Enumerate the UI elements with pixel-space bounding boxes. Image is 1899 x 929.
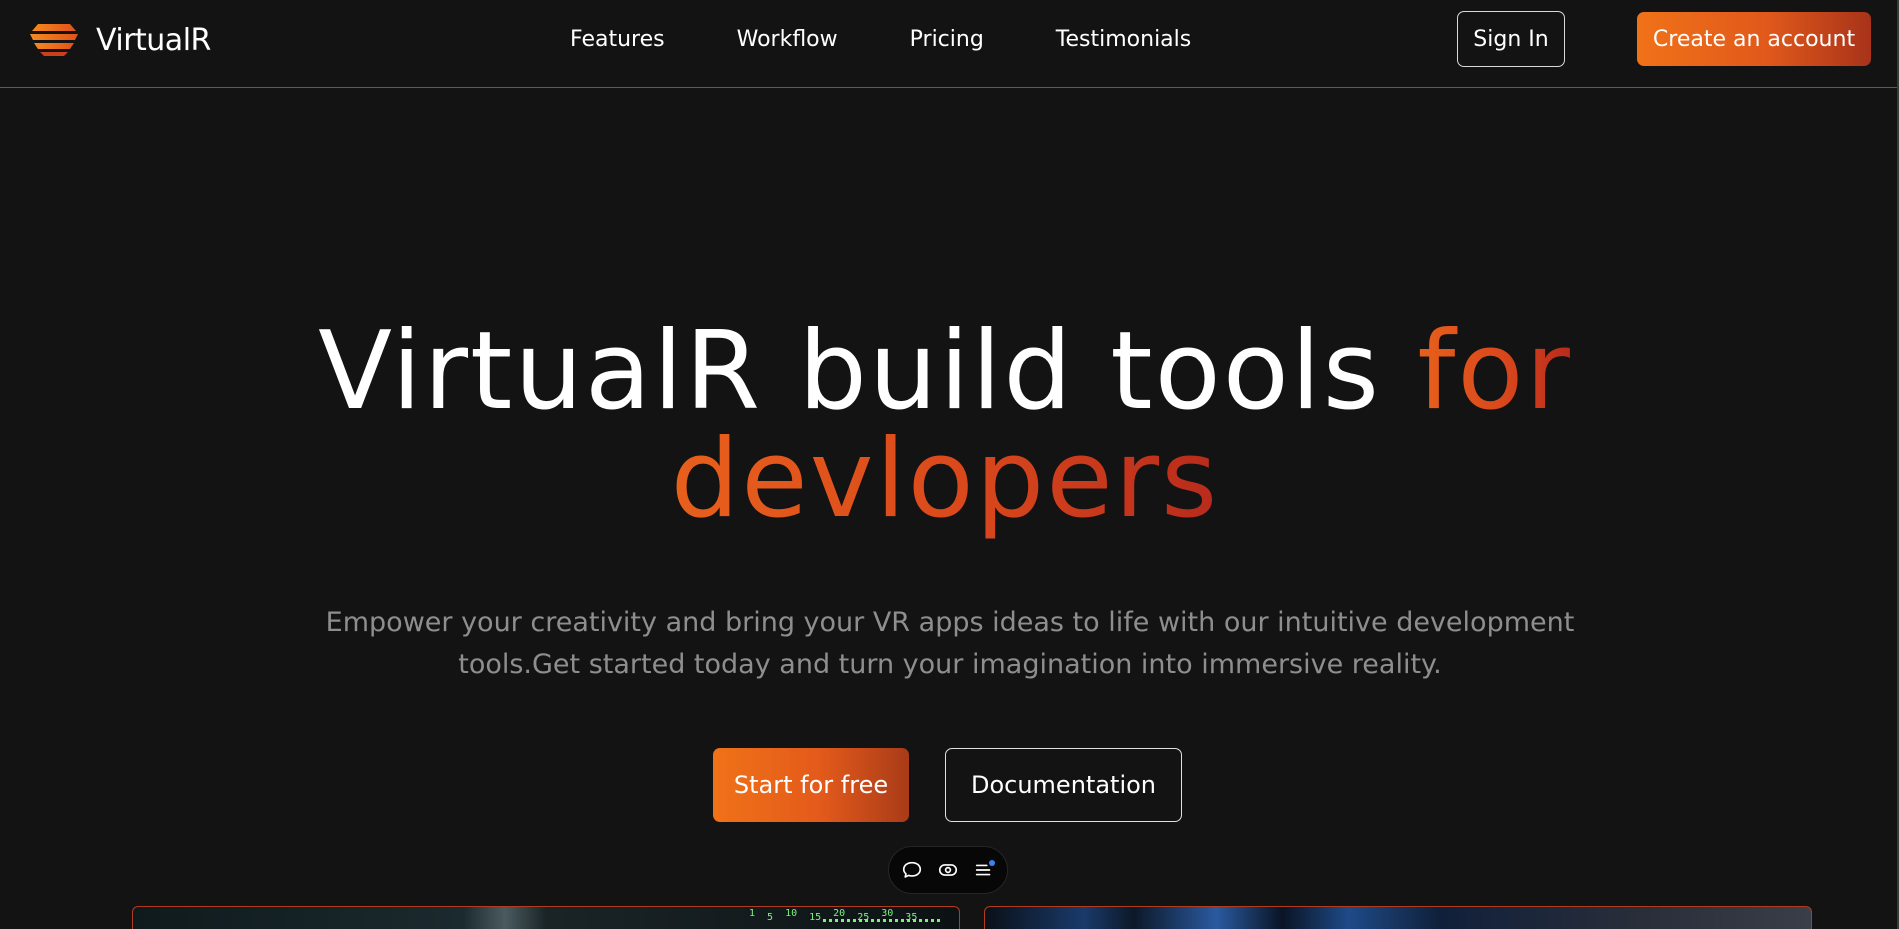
nav-link-pricing[interactable]: Pricing — [910, 27, 984, 52]
nav-link-features[interactable]: Features — [570, 27, 665, 52]
create-account-button[interactable]: Create an account — [1637, 12, 1871, 66]
preview-card-code: 1 5 10 15 20 25 30 35 — [132, 906, 960, 929]
navbar: VirtualR Features Workflow Pricing Testi… — [0, 0, 1897, 88]
floating-toolbar — [888, 846, 1008, 894]
brand-logo[interactable]: VirtualR — [28, 20, 211, 60]
chat-bubble-icon[interactable] — [900, 858, 924, 882]
hero-title: VirtualR build tools for devlopers — [200, 318, 1690, 534]
start-for-free-button[interactable]: Start for free — [713, 748, 909, 822]
hero-title-accent-line: devlopers — [670, 417, 1220, 542]
notification-dot — [989, 860, 995, 866]
code-preview-dots — [823, 919, 943, 922]
code-preview-numbers: 1 5 10 15 20 25 30 35 — [749, 908, 918, 923]
preview-card-vr-scene — [984, 906, 1812, 929]
hero-subtitle: Empower your creativity and bring your V… — [325, 607, 1575, 680]
nav-link-workflow[interactable]: Workflow — [737, 27, 838, 52]
main-nav: Features Workflow Pricing Testimonials — [570, 22, 1191, 56]
documentation-button[interactable]: Documentation — [945, 748, 1182, 822]
page: VirtualR Features Workflow Pricing Testi… — [0, 0, 1899, 929]
stacked-bars-logo-icon — [30, 24, 78, 56]
eye-toggle-icon[interactable] — [936, 858, 960, 882]
hero-title-accent-word: for — [1417, 309, 1572, 434]
sign-in-button[interactable]: Sign In — [1457, 11, 1565, 67]
hero-title-main: VirtualR build tools — [318, 309, 1418, 434]
nav-link-testimonials[interactable]: Testimonials — [1056, 27, 1191, 52]
brand-name: VirtualR — [96, 22, 211, 58]
menu-list-icon[interactable] — [972, 858, 996, 882]
